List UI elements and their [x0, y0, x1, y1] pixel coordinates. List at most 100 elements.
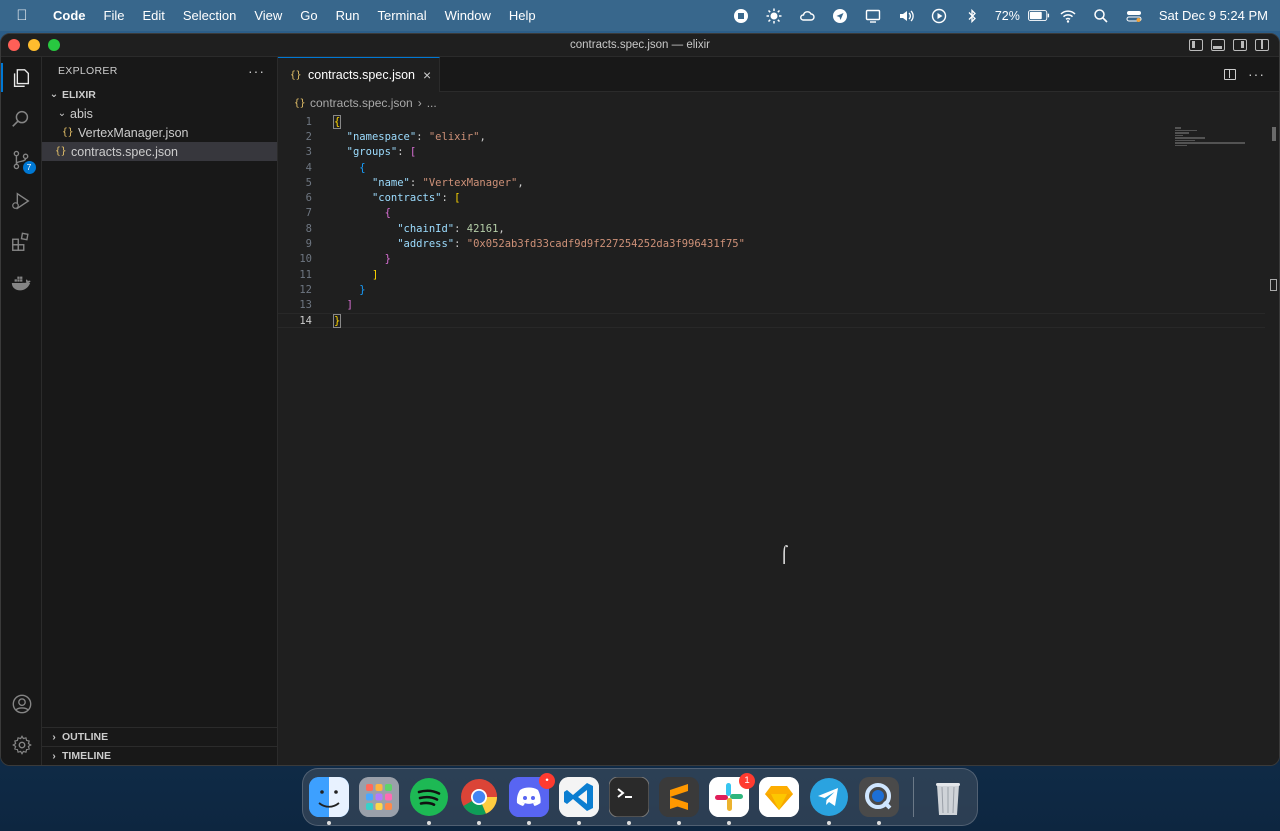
window-title: contracts.spec.json — elixir	[570, 39, 710, 51]
close-tab-icon[interactable]: ×	[423, 67, 431, 83]
telegram-icon[interactable]	[809, 777, 849, 825]
timeline-label: TIMELINE	[62, 750, 111, 762]
editor-tabs: {} contracts.spec.json × ···	[278, 57, 1279, 92]
customize-layout-icon[interactable]	[1255, 39, 1269, 51]
cloud-icon[interactable]	[791, 8, 824, 24]
code-line: 7 {	[305, 207, 391, 220]
source-control-icon[interactable]: 7	[1, 139, 42, 180]
json-file-icon: {}	[55, 146, 67, 157]
volume-icon[interactable]	[890, 8, 923, 24]
menu-run[interactable]: Run	[327, 8, 369, 23]
launchpad-icon[interactable]	[359, 777, 399, 817]
control-center-icon[interactable]	[1118, 8, 1151, 24]
code-line-current: 14}	[278, 312, 1265, 329]
bluetooth-icon[interactable]	[956, 8, 989, 24]
wifi-icon[interactable]	[1052, 8, 1085, 24]
menu-edit[interactable]: Edit	[133, 8, 173, 23]
explorer-more-actions-icon[interactable]: ···	[248, 63, 277, 79]
toggle-panel-icon[interactable]	[1211, 39, 1225, 51]
slack-icon[interactable]: 1	[709, 773, 755, 825]
breadcrumb-separator-icon: ›	[417, 96, 422, 110]
more-actions-icon[interactable]: ···	[1248, 66, 1265, 82]
code-line: 8 "chainId": 42161,	[305, 222, 505, 235]
menu-go[interactable]: Go	[291, 8, 326, 23]
code-line: 2 "namespace": "elixir",	[305, 130, 486, 143]
scrollbar-thumb[interactable]	[1272, 127, 1276, 141]
menu-clock[interactable]: Sat Dec 9 5:24 PM	[1151, 8, 1268, 23]
discord-icon[interactable]: •	[509, 773, 555, 825]
apple-menu-icon[interactable]: 	[0, 7, 44, 24]
code-line: 10 }	[299, 253, 391, 266]
manage-gear-icon[interactable]	[1, 724, 42, 765]
menu-window[interactable]: Window	[436, 8, 500, 23]
accounts-icon[interactable]	[1, 683, 42, 724]
sketch-icon[interactable]	[759, 777, 799, 817]
explorer-sidebar: EXPLORER ··· ⌄ ELIXIR ⌄ abis {} VertexMa…	[42, 57, 278, 765]
menu-help[interactable]: Help	[500, 8, 545, 23]
play-icon[interactable]	[923, 8, 956, 24]
sublime-text-icon[interactable]	[659, 777, 699, 825]
brightness-icon[interactable]	[758, 8, 791, 24]
code-line: 5 "name": "VertexManager",	[305, 176, 524, 189]
search-icon[interactable]	[1, 98, 42, 139]
display-icon[interactable]	[857, 8, 890, 24]
record-icon[interactable]	[725, 8, 758, 24]
timeline-section[interactable]: › TIMELINE	[42, 746, 277, 765]
breadcrumb-file[interactable]: contracts.spec.json	[310, 96, 413, 110]
menu-selection[interactable]: Selection	[174, 8, 245, 23]
folder-abis-label: abis	[70, 106, 93, 121]
chrome-icon[interactable]	[459, 777, 499, 825]
toggle-primary-sidebar-icon[interactable]	[1189, 39, 1203, 51]
outline-label: OUTLINE	[62, 731, 109, 743]
code-line: 6 "contracts": [	[305, 192, 461, 205]
code-line: 9 "address": "0x052ab3fd33cadf9d9f227254…	[305, 238, 745, 251]
folder-abis[interactable]: ⌄ abis	[42, 104, 277, 123]
explorer-header: EXPLORER ···	[42, 57, 277, 85]
code-line: 12 }	[299, 283, 366, 296]
vscode-icon[interactable]	[559, 777, 599, 825]
spotify-icon[interactable]	[409, 777, 449, 825]
breadcrumb-more[interactable]: ...	[427, 96, 437, 110]
json-file-icon: {}	[294, 97, 306, 109]
menu-view[interactable]: View	[245, 8, 291, 23]
outline-section[interactable]: › OUTLINE	[42, 727, 277, 746]
code-line: 3 "groups": [	[305, 146, 417, 159]
minimap[interactable]	[1175, 127, 1265, 157]
toggle-secondary-sidebar-icon[interactable]	[1233, 39, 1247, 51]
menu-app[interactable]: Code	[44, 8, 95, 23]
editor-scrollbar[interactable]	[1265, 127, 1279, 765]
breadcrumb: {} contracts.spec.json › ...	[278, 92, 1279, 114]
split-editor-icon[interactable]	[1224, 68, 1236, 80]
minimize-window-button[interactable]	[28, 39, 40, 51]
title-bar: contracts.spec.json — elixir	[1, 34, 1279, 57]
finder-icon[interactable]	[309, 777, 349, 825]
spotlight-icon[interactable]	[1085, 8, 1118, 24]
menu-terminal[interactable]: Terminal	[369, 8, 436, 23]
close-window-button[interactable]	[8, 39, 20, 51]
explorer-title: EXPLORER	[58, 65, 118, 77]
zoom-window-button[interactable]	[48, 39, 60, 51]
code-line: 1{	[305, 114, 342, 129]
terminal-icon[interactable]	[609, 777, 649, 825]
docker-icon[interactable]	[1, 262, 42, 303]
explorer-icon[interactable]	[1, 57, 42, 98]
workspace-root[interactable]: ⌄ ELIXIR	[42, 85, 277, 104]
workspace-root-label: ELIXIR	[62, 88, 96, 101]
extensions-icon[interactable]	[1, 221, 42, 262]
quicktime-icon[interactable]	[859, 777, 899, 825]
discord-badge: •	[539, 773, 555, 789]
run-debug-icon[interactable]	[1, 180, 42, 221]
location-icon[interactable]	[824, 8, 857, 24]
file-vertexmanager-json[interactable]: {} VertexManager.json	[42, 123, 277, 142]
dock: • 1	[302, 768, 978, 826]
chevron-right-icon: ›	[52, 750, 56, 762]
editor-area: {} contracts.spec.json × ··· {} contract…	[278, 57, 1279, 765]
trash-icon[interactable]	[928, 777, 968, 817]
tab-contracts-spec-json[interactable]: {} contracts.spec.json ×	[278, 57, 441, 92]
chevron-right-icon: ›	[52, 731, 56, 743]
battery-icon[interactable]	[1026, 10, 1052, 21]
file-contracts-spec-json[interactable]: {} contracts.spec.json	[42, 142, 277, 161]
json-file-icon: {}	[62, 127, 74, 138]
menu-file[interactable]: File	[95, 8, 134, 23]
code-editor[interactable]: 1{ 2 "namespace": "elixir", 3 "groups": …	[278, 114, 1265, 329]
